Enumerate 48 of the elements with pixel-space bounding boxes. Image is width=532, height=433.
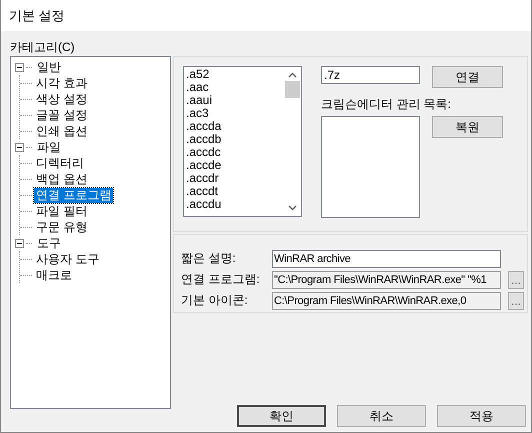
tree-item[interactable]: 인쇄 옵션 [34, 124, 90, 138]
list-item[interactable]: .aaui [186, 94, 284, 107]
managed-list[interactable] [321, 116, 420, 218]
managed-list-label: 크림슨에디터 관리 목록: [321, 96, 452, 112]
extension-field[interactable]: .7z [321, 66, 420, 84]
collapse-icon[interactable] [15, 62, 24, 72]
dialog-button[interactable]: 취소 [337, 405, 426, 427]
field-label: 기본 아이콘: [181, 292, 249, 309]
scroll-thumb[interactable] [285, 81, 300, 98]
list-item[interactable]: .accde [186, 159, 284, 172]
tree-item[interactable]: 시각 효과 [34, 76, 90, 90]
text-field: "C:\Program Files\WinRAR\WinRAR.exe" "%1 [272, 270, 501, 288]
tree-item[interactable]: 일반 [35, 60, 63, 74]
list-item[interactable]: .ac3 [186, 107, 284, 120]
collapse-icon[interactable] [15, 238, 24, 248]
scroll-up-icon[interactable] [288, 72, 297, 78]
text-field[interactable]: WinRAR archive [272, 250, 501, 268]
list-item[interactable]: .a52 [186, 68, 284, 81]
tree-item[interactable]: 색상 설정 [34, 92, 90, 106]
list-item[interactable]: .accdu [186, 198, 284, 211]
tree-item[interactable]: 사용자 도구 [34, 252, 102, 266]
tree-item[interactable]: 연결 프로그램 [34, 188, 114, 202]
list-item[interactable]: .accdc [186, 146, 284, 159]
text-field: C:\Program Files\WinRAR\WinRAR.exe,0 [272, 292, 501, 310]
tree-item[interactable]: 디렉터리 [34, 156, 86, 170]
tree-item[interactable]: 파일 필터 [34, 204, 90, 218]
field-label: 연결 프로그램: [181, 271, 261, 288]
category-label: 카테고리(C) [10, 39, 76, 56]
dialog-button[interactable]: 적용 [437, 405, 526, 427]
associate-button[interactable]: 연결 [432, 66, 503, 88]
field-label: 짧은 설명: [181, 250, 237, 267]
tree-item[interactable]: 파일 [35, 140, 63, 154]
list-item[interactable]: .accda [186, 120, 284, 133]
tree-item[interactable]: 백업 옵션 [34, 172, 90, 186]
tree-item[interactable]: 구문 유형 [34, 220, 90, 234]
list-item[interactable]: .accdb [186, 133, 284, 146]
tree-item[interactable]: 매크로 [34, 268, 74, 282]
tree-item[interactable]: 도구 [35, 236, 63, 250]
restore-button[interactable]: 복원 [432, 116, 503, 138]
scroll-down-icon[interactable] [288, 205, 297, 211]
collapse-icon[interactable] [15, 142, 24, 152]
tree-item[interactable]: 글꼴 설정 [34, 108, 90, 122]
extension-list[interactable]: .a52 .aac .aaui .ac3 .accda .accdb .accdc .accde .accdr .accdt .accdu [183, 66, 302, 217]
window-title: 기본 설정 [1, 0, 531, 31]
list-item[interactable]: .aac [186, 81, 284, 94]
list-item[interactable]: .accdt [186, 185, 284, 198]
list-item[interactable]: .accdr [186, 172, 284, 185]
dialog-button[interactable]: 확인 [237, 405, 326, 427]
